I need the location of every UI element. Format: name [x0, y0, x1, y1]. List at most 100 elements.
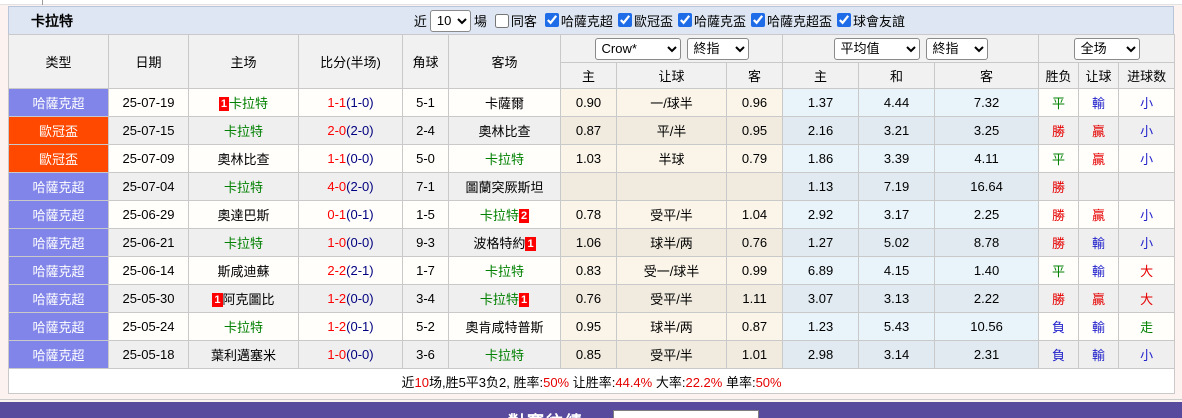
league-filter-2: 哈薩克盃: [673, 11, 746, 30]
match-scope-select[interactable]: 全场: [1073, 37, 1140, 60]
full-time-score: 1-0: [327, 235, 347, 250]
half-time-score: (2-0): [346, 179, 374, 194]
team-name-link[interactable]: 卡拉特: [480, 292, 519, 307]
full-time-score: 1-0: [327, 347, 347, 362]
ah-selects-cell: Crow* 終指: [559, 34, 784, 63]
ah-line-cell: 受平/半: [616, 200, 727, 229]
ah-away-odds-cell: 1.11: [725, 284, 784, 313]
summary-stat-value: 50%: [755, 374, 782, 390]
away-team-cell: 卡拉特: [448, 144, 561, 173]
summary-stat-value: 50%: [543, 374, 570, 390]
ah-home-odds-cell: 0.90: [560, 88, 617, 117]
ah-home-odds-cell: 1.06: [560, 228, 617, 257]
eu-draw-odds-cell: 3.39: [858, 144, 936, 173]
team-name-link[interactable]: 奧林比查: [217, 152, 269, 167]
team-name-link[interactable]: 卡拉特: [229, 96, 268, 111]
ah-bookmaker-select[interactable]: Crow*: [594, 37, 681, 60]
away-team-cell: 卡薩爾: [448, 88, 561, 117]
ah-away-odds-cell: 1.01: [725, 340, 784, 369]
recent-count-select[interactable]: 10: [429, 9, 471, 32]
league-filter-3: 哈薩克超盃: [746, 11, 832, 30]
team-name-link[interactable]: 圖蘭突厥斯坦: [465, 180, 543, 195]
footer-select-box[interactable]: [613, 410, 759, 418]
same-opponent-checkbox[interactable]: [494, 13, 509, 28]
eu-away-odds-cell: 2.25: [934, 200, 1040, 229]
ah-line-cell: 半球: [616, 144, 727, 173]
result-wdl-cell: 平: [1038, 88, 1080, 117]
team-name-link[interactable]: 卡拉特: [224, 180, 263, 195]
away-team-cell: 卡拉特: [448, 256, 561, 285]
eu-odds-time-select[interactable]: 終指: [925, 37, 988, 60]
col-header-score: 比分(半场): [298, 34, 403, 89]
eu-draw-odds-cell: 7.19: [858, 172, 936, 201]
team-name-link[interactable]: 奧達巴斯: [217, 208, 269, 223]
top-edge-strip: [0, 0, 1182, 5]
league-checkbox[interactable]: [677, 13, 692, 28]
league-checkbox[interactable]: [750, 13, 765, 28]
team-name-link[interactable]: 波格特約: [473, 236, 525, 251]
half-time-score: (0-0): [346, 235, 374, 250]
corner-cell: 1-7: [402, 256, 449, 285]
full-time-score: 1-2: [327, 291, 347, 306]
corner-cell: 5-1: [402, 88, 449, 117]
half-time-score: (0-0): [346, 151, 374, 166]
league-cell: 哈薩克超: [8, 172, 109, 201]
team-name-link[interactable]: 葉利邁塞米: [211, 348, 276, 363]
ah-home-odds-cell: 0.95: [560, 312, 617, 341]
team-name-link[interactable]: 卡薩爾: [485, 96, 524, 111]
result-goals-cell: [1118, 172, 1176, 201]
games-label: 場: [473, 14, 487, 29]
half-time-score: (0-0): [346, 291, 374, 306]
league-cell: 哈薩克超: [8, 228, 109, 257]
summary-stat-label: 单率:: [722, 374, 756, 390]
ah-line-cell: 一/球半: [616, 88, 727, 117]
team-name-link[interactable]: 卡拉特: [224, 236, 263, 251]
league-checkbox[interactable]: [544, 13, 559, 28]
ah-line-cell: 受平/半: [616, 284, 727, 313]
league-checkbox[interactable]: [836, 13, 851, 28]
eu-away-odds-cell: 8.78: [934, 228, 1040, 257]
team-name-link[interactable]: 卡拉特: [485, 348, 524, 363]
team-name-link[interactable]: 奧林比查: [478, 124, 530, 139]
summary-stat-label: 大率:: [652, 374, 686, 390]
eu-home-header: 主: [782, 62, 860, 89]
ah-away-odds-cell: 0.87: [725, 312, 784, 341]
match-row: 歐冠盃 25-07-09 奧林比查 1-1(0-0) 5-0 卡拉特 1.03 半球 0.79 1…: [8, 144, 1176, 173]
matches-table: 类型 日期 主场 比分(半场) 角球 客场 Crow*終指 平均值終指 全场: [7, 34, 1176, 394]
league-checkbox[interactable]: [617, 13, 632, 28]
ah-odds-time-select[interactable]: 終指: [686, 37, 749, 60]
eu-away-odds-cell: 1.40: [934, 256, 1040, 285]
team-name-link[interactable]: 奧肯咸特普斯: [465, 320, 543, 335]
team-name-link[interactable]: 卡拉特: [224, 124, 263, 139]
team-name-link[interactable]: 斯咸迪蘇: [217, 264, 269, 279]
team-name-link[interactable]: 卡拉特: [480, 208, 519, 223]
same-opponent-filter: 同客: [490, 11, 537, 30]
full-time-score: 0-1: [327, 207, 347, 222]
eu-home-odds-cell: 2.98: [782, 340, 860, 369]
half-time-score: (2-1): [346, 263, 374, 278]
ah-home-header: 主: [560, 62, 617, 89]
score-cell: 4-0(2-0): [298, 172, 403, 201]
col-header-home: 主场: [188, 34, 299, 89]
team-bar: 卡拉特 近 10 場 同客 哈薩克超 歐冠盃 哈薩克盃 哈薩克超盃 球會友誼: [8, 6, 1174, 34]
eu-draw-odds-cell: 5.43: [858, 312, 936, 341]
team-name-link[interactable]: 卡拉特: [485, 152, 524, 167]
team-name-link[interactable]: 阿克圖比: [223, 292, 275, 307]
full-time-score: 1-2: [327, 319, 347, 334]
team-name-link[interactable]: 卡拉特: [485, 264, 524, 279]
result-handicap-cell: [1078, 172, 1120, 201]
result-goals-cell: 小: [1118, 116, 1176, 145]
result-goals-cell: 大: [1118, 284, 1176, 313]
home-team-cell: 卡拉特: [188, 116, 299, 145]
league-filter-4: 球會友誼: [832, 11, 905, 30]
score-cell: 1-2(0-0): [298, 284, 403, 313]
team-name-link[interactable]: 卡拉特: [224, 320, 263, 335]
full-time-score: 2-2: [327, 263, 347, 278]
result-wdl-cell: 平: [1038, 144, 1080, 173]
result-wdl-cell: 勝: [1038, 228, 1080, 257]
league-cell: 哈薩克超: [8, 88, 109, 117]
eu-source-select[interactable]: 平均值: [833, 37, 920, 60]
league-cell: 歐冠盃: [8, 144, 109, 173]
result-handicap-cell: 輸: [1078, 340, 1120, 369]
half-time-score: (2-0): [346, 123, 374, 138]
